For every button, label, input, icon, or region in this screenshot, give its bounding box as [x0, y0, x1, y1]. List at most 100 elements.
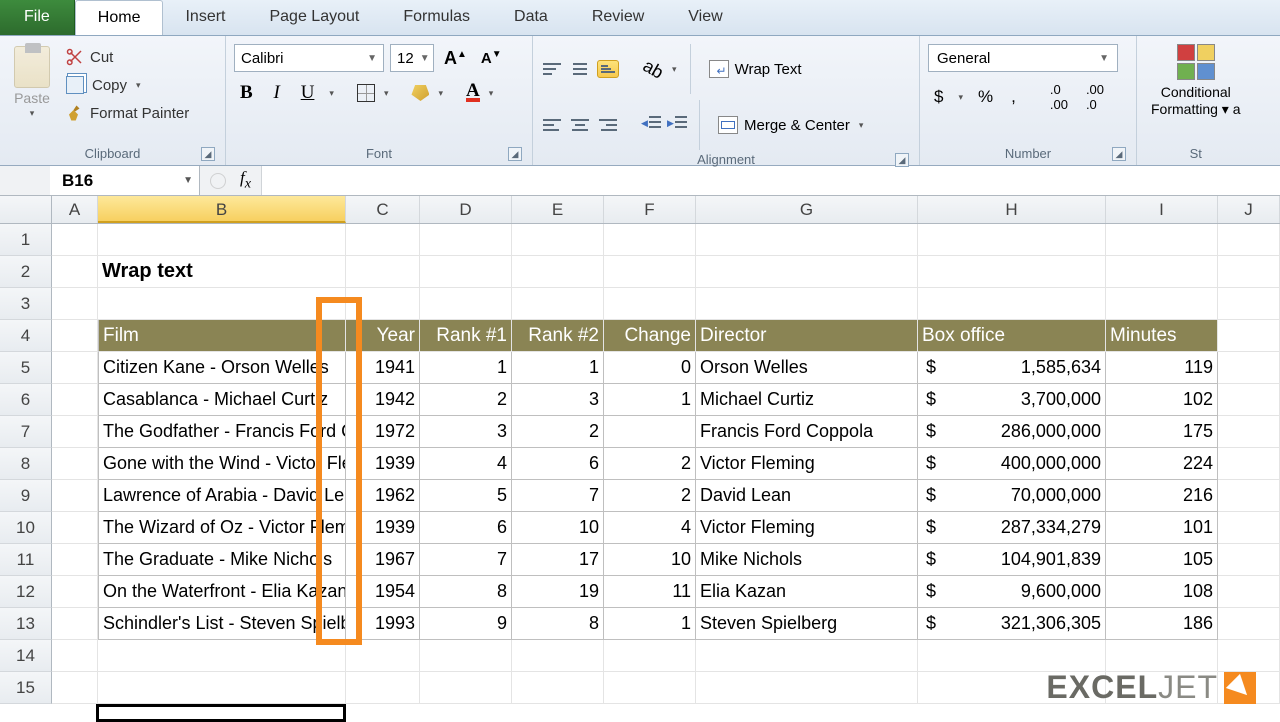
cell[interactable] — [346, 288, 420, 320]
font-color-button[interactable]: A — [466, 84, 480, 102]
row-header[interactable]: 14 — [0, 640, 52, 672]
borders-button[interactable] — [357, 84, 375, 102]
cell[interactable]: 1 — [604, 384, 696, 416]
cell[interactable]: 216 — [1106, 480, 1218, 512]
font-size-combo[interactable]: 12▼ — [390, 44, 434, 72]
italic-button[interactable]: I — [265, 78, 289, 108]
select-all-corner[interactable] — [0, 196, 52, 223]
cell[interactable] — [52, 576, 98, 608]
cell[interactable] — [1218, 288, 1280, 320]
cell[interactable] — [98, 224, 346, 256]
wrap-text-button[interactable]: Wrap Text — [701, 57, 810, 81]
row-header[interactable]: 7 — [0, 416, 52, 448]
cell[interactable] — [1218, 384, 1280, 416]
cell[interactable] — [512, 672, 604, 704]
align-bottom-button[interactable] — [597, 60, 619, 78]
cell[interactable] — [918, 224, 1106, 256]
cell[interactable]: Film — [98, 320, 346, 352]
cell[interactable]: The Godfather - Francis Ford Coppola — [98, 416, 346, 448]
row-header[interactable]: 15 — [0, 672, 52, 704]
cell[interactable] — [52, 224, 98, 256]
merge-dropdown[interactable]: ▾ — [856, 120, 867, 131]
cell[interactable]: 1939 — [346, 512, 420, 544]
cell[interactable]: Director — [696, 320, 918, 352]
cell[interactable] — [1218, 480, 1280, 512]
cell[interactable]: Year — [346, 320, 420, 352]
cell[interactable]: 3 — [420, 416, 512, 448]
percent-format-button[interactable]: % — [972, 83, 999, 111]
cell[interactable]: 7 — [420, 544, 512, 576]
cell[interactable]: Mike Nichols — [696, 544, 918, 576]
align-top-button[interactable] — [541, 60, 563, 78]
cell[interactable]: Victor Fleming — [696, 512, 918, 544]
cell[interactable] — [52, 544, 98, 576]
cell[interactable] — [604, 224, 696, 256]
paste-button[interactable]: Paste ▾ — [8, 44, 56, 121]
cell[interactable] — [696, 640, 918, 672]
conditional-formatting-button[interactable]: ConditionalFormatting ▾ a — [1145, 40, 1247, 118]
cell[interactable]: $9,600,000 — [918, 576, 1106, 608]
cell[interactable] — [1218, 544, 1280, 576]
cell[interactable] — [420, 288, 512, 320]
increase-indent-button[interactable] — [669, 116, 689, 134]
bold-button[interactable]: B — [234, 78, 259, 108]
cell[interactable]: $70,000,000 — [918, 480, 1106, 512]
cell[interactable]: Lawrence of Arabia - David Lean — [98, 480, 346, 512]
cell[interactable] — [52, 512, 98, 544]
underline-button[interactable]: U — [295, 78, 321, 108]
row-header[interactable]: 4 — [0, 320, 52, 352]
accounting-dropdown[interactable]: ▾ — [955, 92, 966, 103]
cell[interactable] — [1218, 512, 1280, 544]
cell[interactable]: 7 — [512, 480, 604, 512]
cell[interactable]: 108 — [1106, 576, 1218, 608]
cell[interactable] — [604, 672, 696, 704]
cell[interactable] — [1218, 320, 1280, 352]
cell[interactable] — [98, 288, 346, 320]
orientation-button[interactable]: ab — [639, 55, 667, 83]
cell[interactable]: Box office — [918, 320, 1106, 352]
cell[interactable]: Victor Fleming — [696, 448, 918, 480]
cell[interactable] — [918, 288, 1106, 320]
cell[interactable] — [346, 672, 420, 704]
cell[interactable] — [604, 288, 696, 320]
paste-dropdown-icon[interactable]: ▾ — [27, 108, 38, 119]
cell[interactable]: $104,901,839 — [918, 544, 1106, 576]
cell[interactable]: Rank #2 — [512, 320, 604, 352]
cell[interactable] — [52, 384, 98, 416]
cell[interactable]: Minutes — [1106, 320, 1218, 352]
copy-dropdown-icon[interactable]: ▾ — [133, 80, 144, 91]
cell[interactable]: 5 — [420, 480, 512, 512]
row-header[interactable]: 11 — [0, 544, 52, 576]
cell[interactable]: 224 — [1106, 448, 1218, 480]
cell[interactable]: 175 — [1106, 416, 1218, 448]
cell[interactable]: $287,334,279 — [918, 512, 1106, 544]
cell[interactable]: 2 — [512, 416, 604, 448]
cell[interactable]: 0 — [604, 352, 696, 384]
cell[interactable]: 2 — [420, 384, 512, 416]
cell[interactable]: 11 — [604, 576, 696, 608]
tab-view[interactable]: View — [666, 0, 744, 35]
cell[interactable] — [52, 480, 98, 512]
cell[interactable]: 1967 — [346, 544, 420, 576]
cell[interactable]: 1 — [604, 608, 696, 640]
cell[interactable] — [1106, 640, 1218, 672]
cell[interactable]: Michael Curtiz — [696, 384, 918, 416]
cell[interactable] — [512, 288, 604, 320]
cell[interactable]: 17 — [512, 544, 604, 576]
cell[interactable]: 6 — [512, 448, 604, 480]
cell[interactable] — [696, 256, 918, 288]
cell[interactable] — [696, 288, 918, 320]
cell[interactable] — [1218, 416, 1280, 448]
decrease-font-button[interactable]: A▼ — [477, 47, 506, 69]
cell[interactable]: 102 — [1106, 384, 1218, 416]
cell[interactable]: The Graduate - Mike Nichols — [98, 544, 346, 576]
cell[interactable] — [1218, 224, 1280, 256]
cell[interactable] — [696, 224, 918, 256]
col-header-a[interactable]: A — [52, 196, 98, 223]
fill-color-button[interactable] — [411, 85, 429, 101]
cell[interactable]: Francis Ford Coppola — [696, 416, 918, 448]
tab-page-layout[interactable]: Page Layout — [247, 0, 381, 35]
cell[interactable]: 4 — [604, 512, 696, 544]
name-box[interactable]: B16 — [50, 166, 200, 195]
tab-review[interactable]: Review — [570, 0, 666, 35]
